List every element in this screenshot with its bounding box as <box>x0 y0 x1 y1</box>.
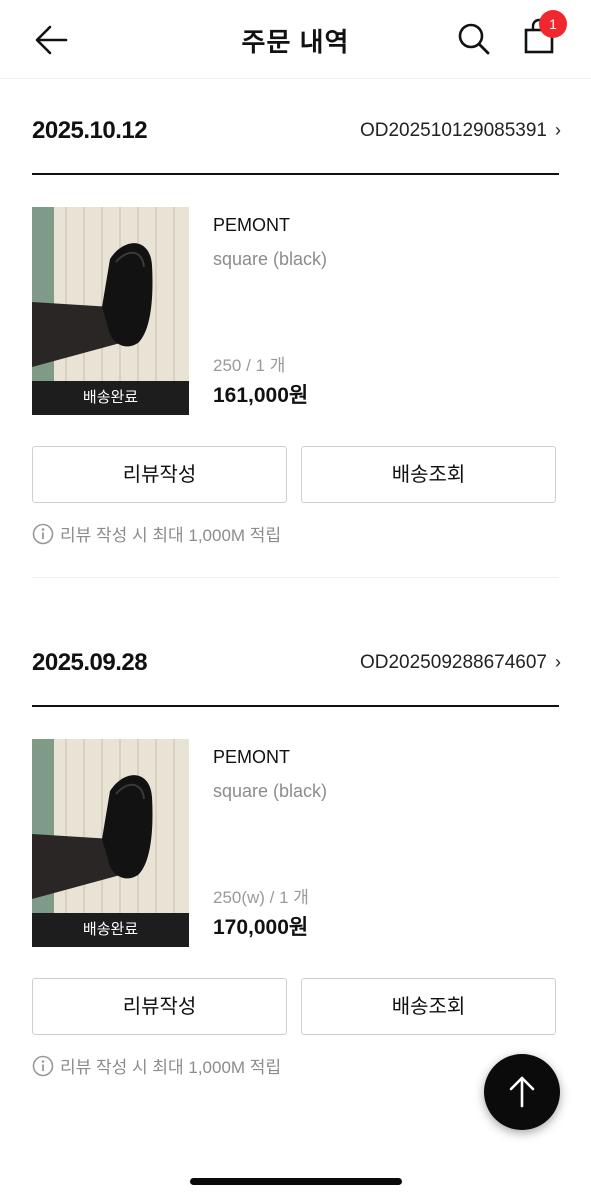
scroll-to-top-button[interactable] <box>484 1054 560 1130</box>
info-icon <box>32 523 54 544</box>
order-number-link[interactable]: OD202510129085391 › <box>360 120 561 142</box>
order-divider <box>32 705 559 707</box>
product-size-quantity: 250(w) / 1 개 <box>213 888 309 907</box>
delivery-status-label: 배송완료 <box>32 381 189 415</box>
track-delivery-button[interactable]: 배송조회 <box>301 446 556 503</box>
product-size-quantity: 250 / 1 개 <box>213 356 286 375</box>
search-icon <box>458 23 490 55</box>
review-reward-text: 리뷰 작성 시 최대 1,000M 적립 <box>60 1058 282 1077</box>
order-date: 2025.09.28 <box>32 649 148 676</box>
section-divider <box>32 577 559 578</box>
product-thumbnail[interactable]: 배송완료 <box>32 739 189 947</box>
page-title: 주문 내역 <box>241 27 350 57</box>
product-option: square (black) <box>213 249 328 269</box>
arrow-up-icon <box>509 1076 535 1108</box>
product-price: 170,000원 <box>213 916 309 939</box>
order-number: OD202510129085391 <box>359 120 547 141</box>
product-brand: PEMONT <box>213 215 291 235</box>
order-number: OD202509288674607 <box>359 652 547 673</box>
cart-count-badge: 1 <box>539 10 567 38</box>
home-indicator <box>190 1178 402 1185</box>
write-review-button[interactable]: 리뷰작성 <box>32 446 287 503</box>
order-date: 2025.10.12 <box>32 117 148 144</box>
review-reward-text: 리뷰 작성 시 최대 1,000M 적립 <box>60 526 282 545</box>
info-icon <box>32 1055 54 1076</box>
track-delivery-button[interactable]: 배송조회 <box>301 978 556 1035</box>
product-brand: PEMONT <box>213 747 291 767</box>
review-reward-notice: 리뷰 작성 시 최대 1,000M 적립 <box>32 521 281 546</box>
order-divider <box>32 173 559 175</box>
top-app-bar: 주문 내역 1 <box>0 0 591 79</box>
delivery-status-label: 배송완료 <box>32 913 189 947</box>
chevron-right-icon: › <box>555 120 561 140</box>
product-price: 161,000원 <box>213 384 309 407</box>
write-review-button[interactable]: 리뷰작성 <box>32 978 287 1035</box>
chevron-right-icon: › <box>555 652 561 672</box>
review-reward-notice: 리뷰 작성 시 최대 1,000M 적립 <box>32 1053 281 1078</box>
product-option: square (black) <box>213 781 328 801</box>
search-button[interactable] <box>454 18 494 60</box>
order-number-link[interactable]: OD202509288674607 › <box>360 652 561 674</box>
product-thumbnail[interactable]: 배송완료 <box>32 207 189 415</box>
